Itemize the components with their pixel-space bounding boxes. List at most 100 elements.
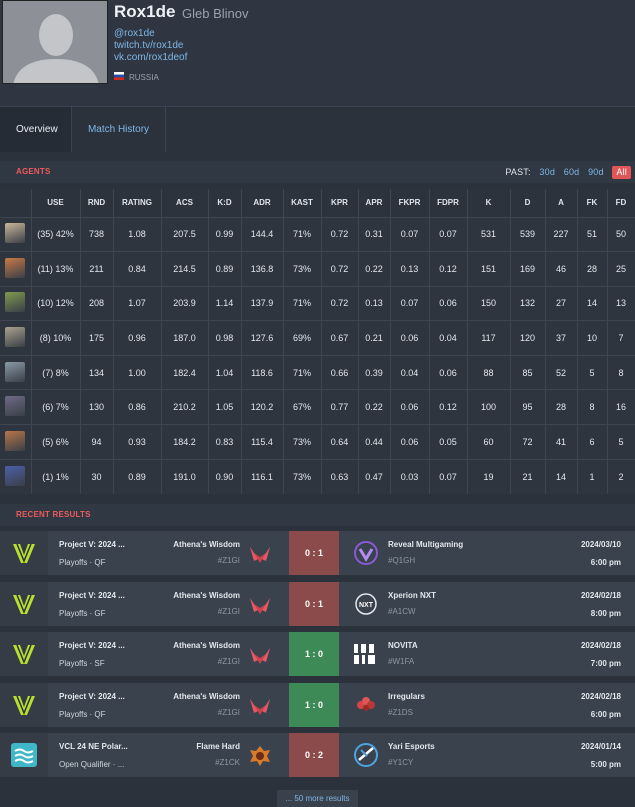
tab-overview[interactable]: Overview bbox=[0, 107, 72, 152]
stat-cell: 10 bbox=[577, 320, 608, 356]
event-name: Project V: 2024 ... bbox=[59, 691, 125, 701]
stat-cell: 0.22 bbox=[358, 389, 391, 425]
stat-cell: 0.89 bbox=[208, 251, 242, 287]
flame-hard-logo-icon bbox=[250, 746, 270, 766]
opponent-logo bbox=[353, 540, 379, 566]
column-header-acs[interactable]: ACS bbox=[161, 189, 209, 217]
result-row[interactable]: Project V: 2024 ... Playoffs · QF Athena's… bbox=[0, 682, 635, 727]
agent-1-icon bbox=[5, 223, 26, 244]
column-header-kpr[interactable]: KPR bbox=[321, 189, 359, 217]
result-row[interactable]: Project V: 2024 ... Playoffs · QF Athena's… bbox=[0, 531, 635, 575]
stat-cell: 115.4 bbox=[241, 424, 284, 460]
agent-cell bbox=[0, 216, 32, 252]
stat-cell: 72 bbox=[510, 424, 546, 460]
stat-cell: 0.06 bbox=[429, 354, 468, 390]
column-header-fd[interactable]: FD bbox=[607, 189, 635, 217]
stat-cell: 1.00 bbox=[113, 354, 162, 390]
stat-cell: 30 bbox=[80, 458, 114, 494]
stat-cell: 1.07 bbox=[113, 285, 162, 321]
agent-2-icon bbox=[5, 257, 26, 278]
agent-4-icon bbox=[5, 327, 26, 348]
column-header-rnd[interactable]: RND bbox=[80, 189, 114, 217]
project-v-logo-icon bbox=[13, 695, 35, 715]
novita-logo-icon bbox=[354, 644, 375, 664]
opponent-tag: #Y1CY bbox=[388, 758, 414, 767]
column-header-fdpr[interactable]: FDPR bbox=[429, 189, 468, 217]
stat-cell: 0.03 bbox=[390, 458, 430, 494]
project-v-logo-icon bbox=[13, 543, 35, 563]
stat-cell: 191.0 bbox=[161, 458, 209, 494]
period-all[interactable]: All bbox=[612, 166, 631, 179]
stat-cell: 203.9 bbox=[161, 285, 209, 321]
stat-cell: 187.0 bbox=[161, 320, 209, 356]
team-name: Flame Hard bbox=[196, 742, 240, 751]
column-header-kd[interactable]: K:D bbox=[208, 189, 242, 217]
stat-cell: 0.04 bbox=[390, 354, 430, 390]
social-link-twitch[interactable]: twitch.tv/rox1de bbox=[114, 40, 183, 51]
team-logo bbox=[248, 745, 272, 767]
stat-cell: 6 bbox=[577, 424, 608, 460]
stat-cell: 0.93 bbox=[113, 424, 162, 460]
stat-cell: 8 bbox=[577, 389, 608, 425]
tab-match-history[interactable]: Match History bbox=[72, 107, 166, 152]
agents-table-header: USE RND RATING ACS K:D ADR KAST KPR APR FKPR FDPR K… bbox=[0, 189, 635, 217]
stat-cell: 37 bbox=[545, 320, 578, 356]
more-results-button[interactable]: ... 50 more results bbox=[277, 790, 358, 807]
svg-text:NXT: NXT bbox=[359, 602, 374, 609]
match-time: 8:00 pm bbox=[590, 608, 621, 618]
opponent-logo bbox=[353, 641, 379, 667]
stat-cell: 184.2 bbox=[161, 424, 209, 460]
avatar bbox=[2, 0, 108, 84]
period-90d[interactable]: 90d bbox=[588, 161, 604, 183]
stat-cell: 0.83 bbox=[208, 424, 242, 460]
column-header-kast[interactable]: KAST bbox=[283, 189, 322, 217]
event-logo bbox=[0, 581, 48, 626]
column-header-fk[interactable]: FK bbox=[577, 189, 608, 217]
column-header-fkpr[interactable]: FKPR bbox=[390, 189, 430, 217]
stat-cell: 0.31 bbox=[358, 216, 391, 252]
match-date: 2024/02/18 bbox=[580, 691, 621, 701]
player-header: Rox1de Gleb Blinov @rox1de twitch.tv/rox… bbox=[0, 0, 635, 106]
stat-cell: 539 bbox=[510, 216, 546, 252]
period-30d[interactable]: 30d bbox=[539, 161, 555, 183]
agent-row: (10) 12% 208 1.07 203.9 1.14 137.9 71% 0.72 0.13… bbox=[0, 285, 635, 321]
column-header-d[interactable]: D bbox=[510, 189, 546, 217]
stat-cell: 0.72 bbox=[321, 251, 359, 287]
team-tag: #Z1GI bbox=[217, 606, 240, 616]
social-link-twitter[interactable]: @rox1de bbox=[114, 28, 155, 39]
stat-cell: 0.63 bbox=[321, 458, 359, 494]
stat-cell: 25 bbox=[607, 251, 635, 287]
column-header-adr[interactable]: ADR bbox=[241, 189, 284, 217]
opponent-name: Reveal Multigaming bbox=[388, 540, 464, 549]
result-row[interactable]: Project V: 2024 ... Playoffs · GF Athena's… bbox=[0, 581, 635, 626]
stat-cell: 14 bbox=[545, 458, 578, 494]
opponent-name: Yari Esports bbox=[388, 742, 435, 751]
stat-cell: 210.2 bbox=[161, 389, 209, 425]
team-name: Athena's Wisdom bbox=[173, 691, 240, 701]
opponent-name: NOVITA bbox=[388, 641, 418, 650]
column-header-apr[interactable]: APR bbox=[358, 189, 391, 217]
column-header-k[interactable]: K bbox=[467, 189, 511, 217]
event-name: Project V: 2024 ... bbox=[59, 641, 125, 650]
stat-cell: 94 bbox=[80, 424, 114, 460]
stat-cell: 52 bbox=[545, 354, 578, 390]
column-header-rating[interactable]: RATING bbox=[113, 189, 162, 217]
stat-cell: 0.47 bbox=[358, 458, 391, 494]
column-header-a[interactable]: A bbox=[545, 189, 578, 217]
period-60d[interactable]: 60d bbox=[564, 161, 580, 183]
match-time: 7:00 pm bbox=[590, 659, 621, 668]
match-time: 6:00 pm bbox=[590, 709, 621, 719]
stat-cell: 21 bbox=[510, 458, 546, 494]
stat-cell: 0.72 bbox=[321, 216, 359, 252]
column-header-use[interactable]: USE bbox=[31, 189, 81, 217]
agent-row: (8) 10% 175 0.96 187.0 0.98 127.6 69% 0.67 0.21 0… bbox=[0, 320, 635, 356]
social-link-vk[interactable]: vk.com/rox1deof bbox=[114, 52, 187, 63]
team-logo bbox=[248, 644, 272, 666]
stat-cell: 1.05 bbox=[208, 389, 242, 425]
stat-cell: 46 bbox=[545, 251, 578, 287]
result-row[interactable]: VCL 24 NE Polar... Open Qualifier · ... Fl… bbox=[0, 733, 635, 777]
stat-cell: 8 bbox=[607, 354, 635, 390]
agent-row: (6) 7% 130 0.86 210.2 1.05 120.2 67% 0.77 0.22 0.… bbox=[0, 389, 635, 425]
result-row[interactable]: Project V: 2024 ... Playoffs · SF Athena's… bbox=[0, 632, 635, 676]
stat-cell: 5 bbox=[577, 354, 608, 390]
